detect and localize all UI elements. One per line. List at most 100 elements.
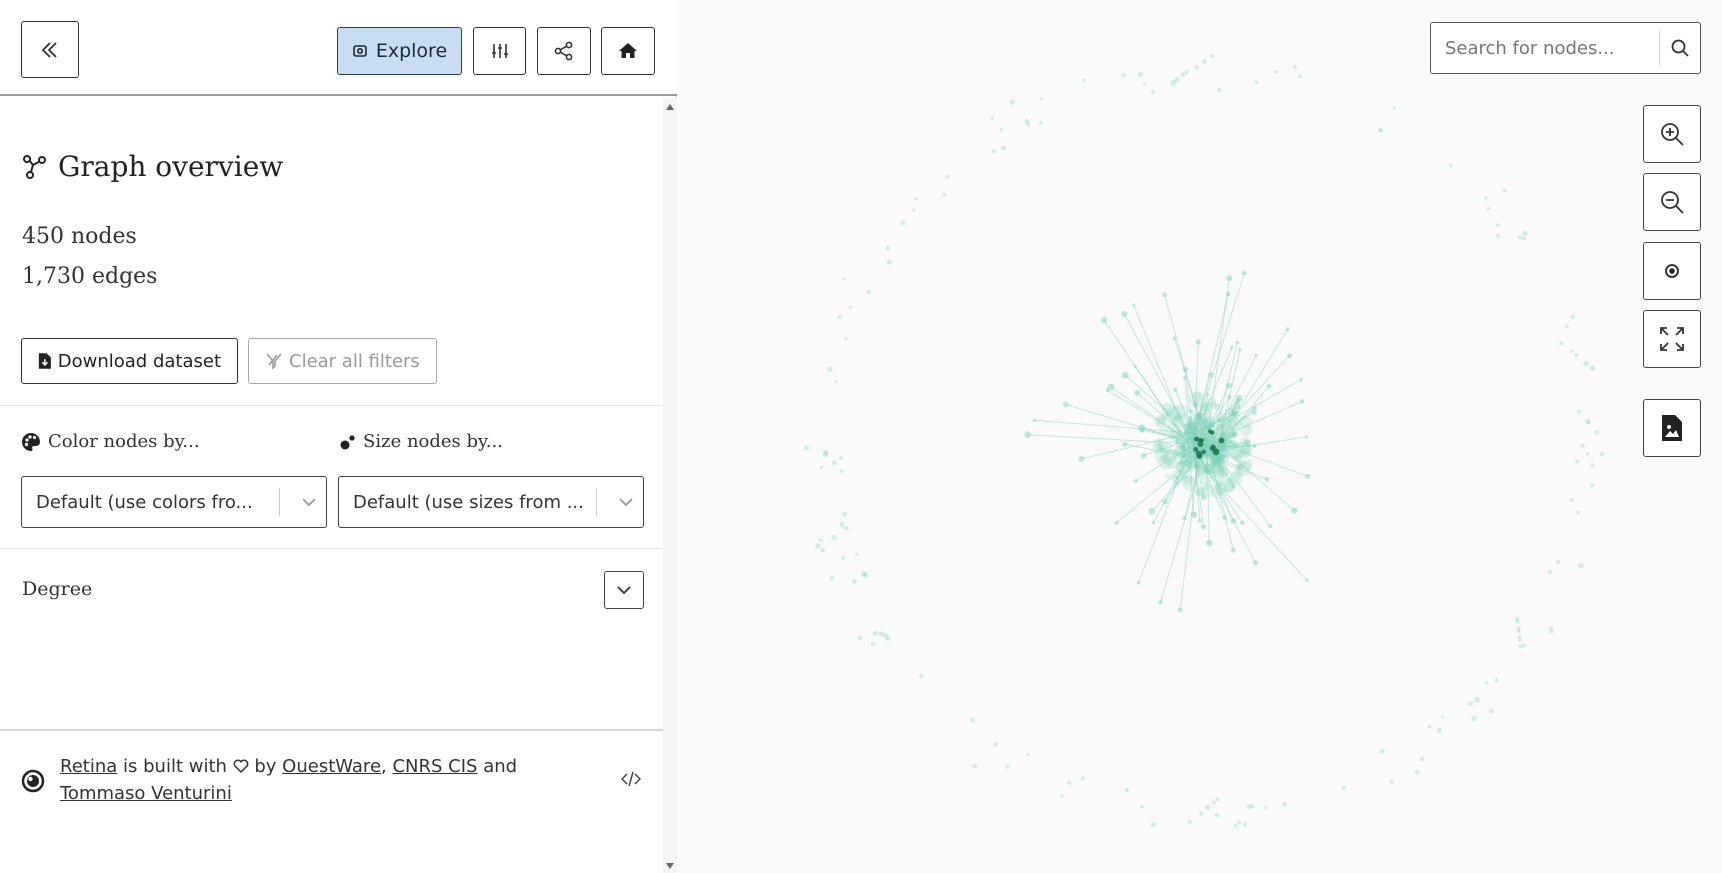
- graph-node: [1063, 401, 1069, 408]
- graph-node: [1195, 339, 1201, 345]
- graph-node: [1594, 429, 1600, 435]
- graph-node: [1107, 383, 1115, 391]
- graph-node: [1467, 700, 1474, 707]
- panel-content: Graph overview 450 nodes 1,730 edges Dow…: [0, 98, 663, 873]
- color-nodes-select[interactable]: Default (use colors fro...: [21, 476, 327, 528]
- retina-link[interactable]: Retina: [60, 756, 117, 777]
- graph-node: [1574, 353, 1579, 358]
- graph-node: [842, 511, 848, 517]
- degree-expand-button[interactable]: [604, 571, 644, 609]
- chevron-down-icon: [292, 497, 326, 507]
- degree-filter-label: Degree: [22, 578, 93, 600]
- size-nodes-select[interactable]: Default (use sizes from ...: [338, 476, 644, 528]
- graph-node: [870, 641, 876, 647]
- graph-node: [834, 380, 838, 384]
- graph-node: [804, 445, 810, 451]
- graph-node: [1100, 316, 1108, 324]
- fullscreen-button[interactable]: [1643, 310, 1701, 368]
- graph-node: [1237, 820, 1242, 825]
- graph-node: [837, 314, 842, 320]
- settings-button[interactable]: [473, 27, 526, 75]
- graph-node: [1210, 53, 1215, 59]
- graph-node: [820, 547, 826, 553]
- export-image-icon: [1662, 415, 1682, 441]
- graph-node: [1590, 483, 1595, 488]
- graph-canvas-area[interactable]: [678, 0, 1722, 873]
- cnrs-cis-link[interactable]: CNRS CIS: [392, 756, 477, 777]
- zoom-in-button[interactable]: [1643, 105, 1701, 163]
- search-button[interactable]: [1660, 38, 1700, 58]
- graph-node: [1251, 409, 1257, 415]
- graph-node: [1215, 797, 1220, 802]
- graph-node: [1136, 580, 1141, 585]
- zoom-out-button[interactable]: [1643, 173, 1701, 231]
- node-count: 450 nodes: [22, 224, 137, 249]
- center-icon: [1665, 264, 1679, 278]
- graph-node: [829, 576, 835, 581]
- graph-node: [1139, 804, 1144, 809]
- node-search[interactable]: [1430, 22, 1701, 74]
- graph-node: [1221, 423, 1235, 438]
- graph-node: [1555, 560, 1561, 565]
- graph-node: [1199, 475, 1210, 486]
- home-button[interactable]: [601, 27, 655, 75]
- center-view-button[interactable]: [1643, 242, 1701, 300]
- graph-node: [841, 555, 846, 560]
- graph-node: [1379, 748, 1385, 754]
- download-dataset-button[interactable]: Download dataset: [21, 338, 238, 384]
- graph-node: [823, 449, 828, 455]
- graph-node: [1208, 372, 1214, 378]
- graph-node: [919, 673, 924, 679]
- node-size-icon: [340, 434, 355, 449]
- graph-node: [1585, 452, 1590, 456]
- graph-node: [1121, 73, 1126, 78]
- graph-node: [1599, 451, 1605, 457]
- graph-node: [1576, 510, 1581, 515]
- graph-node: [1060, 793, 1064, 798]
- graph-node: [842, 277, 846, 281]
- graph-node: [1024, 431, 1031, 438]
- code-icon[interactable]: [621, 770, 641, 788]
- graph-node: [1121, 310, 1128, 318]
- graph-node: [1495, 223, 1500, 227]
- graph-node: [1305, 435, 1309, 439]
- graph-node: [1193, 390, 1204, 402]
- share-button[interactable]: [537, 27, 591, 75]
- graph-node: [1201, 524, 1206, 530]
- graph-node: [1080, 776, 1086, 782]
- search-input[interactable]: [1431, 37, 1659, 59]
- export-image-button[interactable]: [1643, 399, 1701, 457]
- ouestware-link[interactable]: OuestWare: [282, 756, 381, 777]
- graph-hub-node: [1210, 444, 1216, 450]
- graph-node: [839, 521, 845, 527]
- graph-node: [1220, 477, 1236, 493]
- scroll-down-icon[interactable]: [666, 863, 674, 869]
- graph-node: [1032, 418, 1037, 423]
- section-divider: [0, 548, 663, 549]
- graph-node: [1233, 823, 1238, 828]
- graph-node: [827, 366, 833, 372]
- explore-button[interactable]: Explore: [337, 27, 462, 75]
- select-separator: [279, 488, 280, 516]
- tommaso-venturini-link[interactable]: Tommaso Venturini: [60, 783, 232, 804]
- scroll-up-icon[interactable]: [666, 104, 674, 110]
- graph-node: [1238, 441, 1252, 455]
- graph-node: [1378, 127, 1383, 132]
- collapse-panel-button[interactable]: [21, 21, 79, 78]
- graph-node: [1133, 389, 1140, 396]
- graph-node: [1240, 520, 1245, 525]
- graph-node: [1233, 468, 1244, 479]
- graph-node: [1266, 383, 1272, 389]
- graph-node: [1518, 644, 1523, 649]
- graph-node: [1589, 365, 1595, 371]
- graph-node: [886, 259, 892, 265]
- graph-node: [1254, 80, 1259, 85]
- graph-node: [1305, 473, 1311, 480]
- graph-node: [1486, 206, 1491, 211]
- graph-node: [1204, 804, 1211, 810]
- graph-node: [1517, 235, 1522, 240]
- graph-visualization[interactable]: [678, 0, 1722, 873]
- clear-filters-button[interactable]: Clear all filters: [248, 338, 437, 384]
- panel-scrollbar[interactable]: [663, 98, 677, 873]
- graph-node: [1199, 401, 1210, 412]
